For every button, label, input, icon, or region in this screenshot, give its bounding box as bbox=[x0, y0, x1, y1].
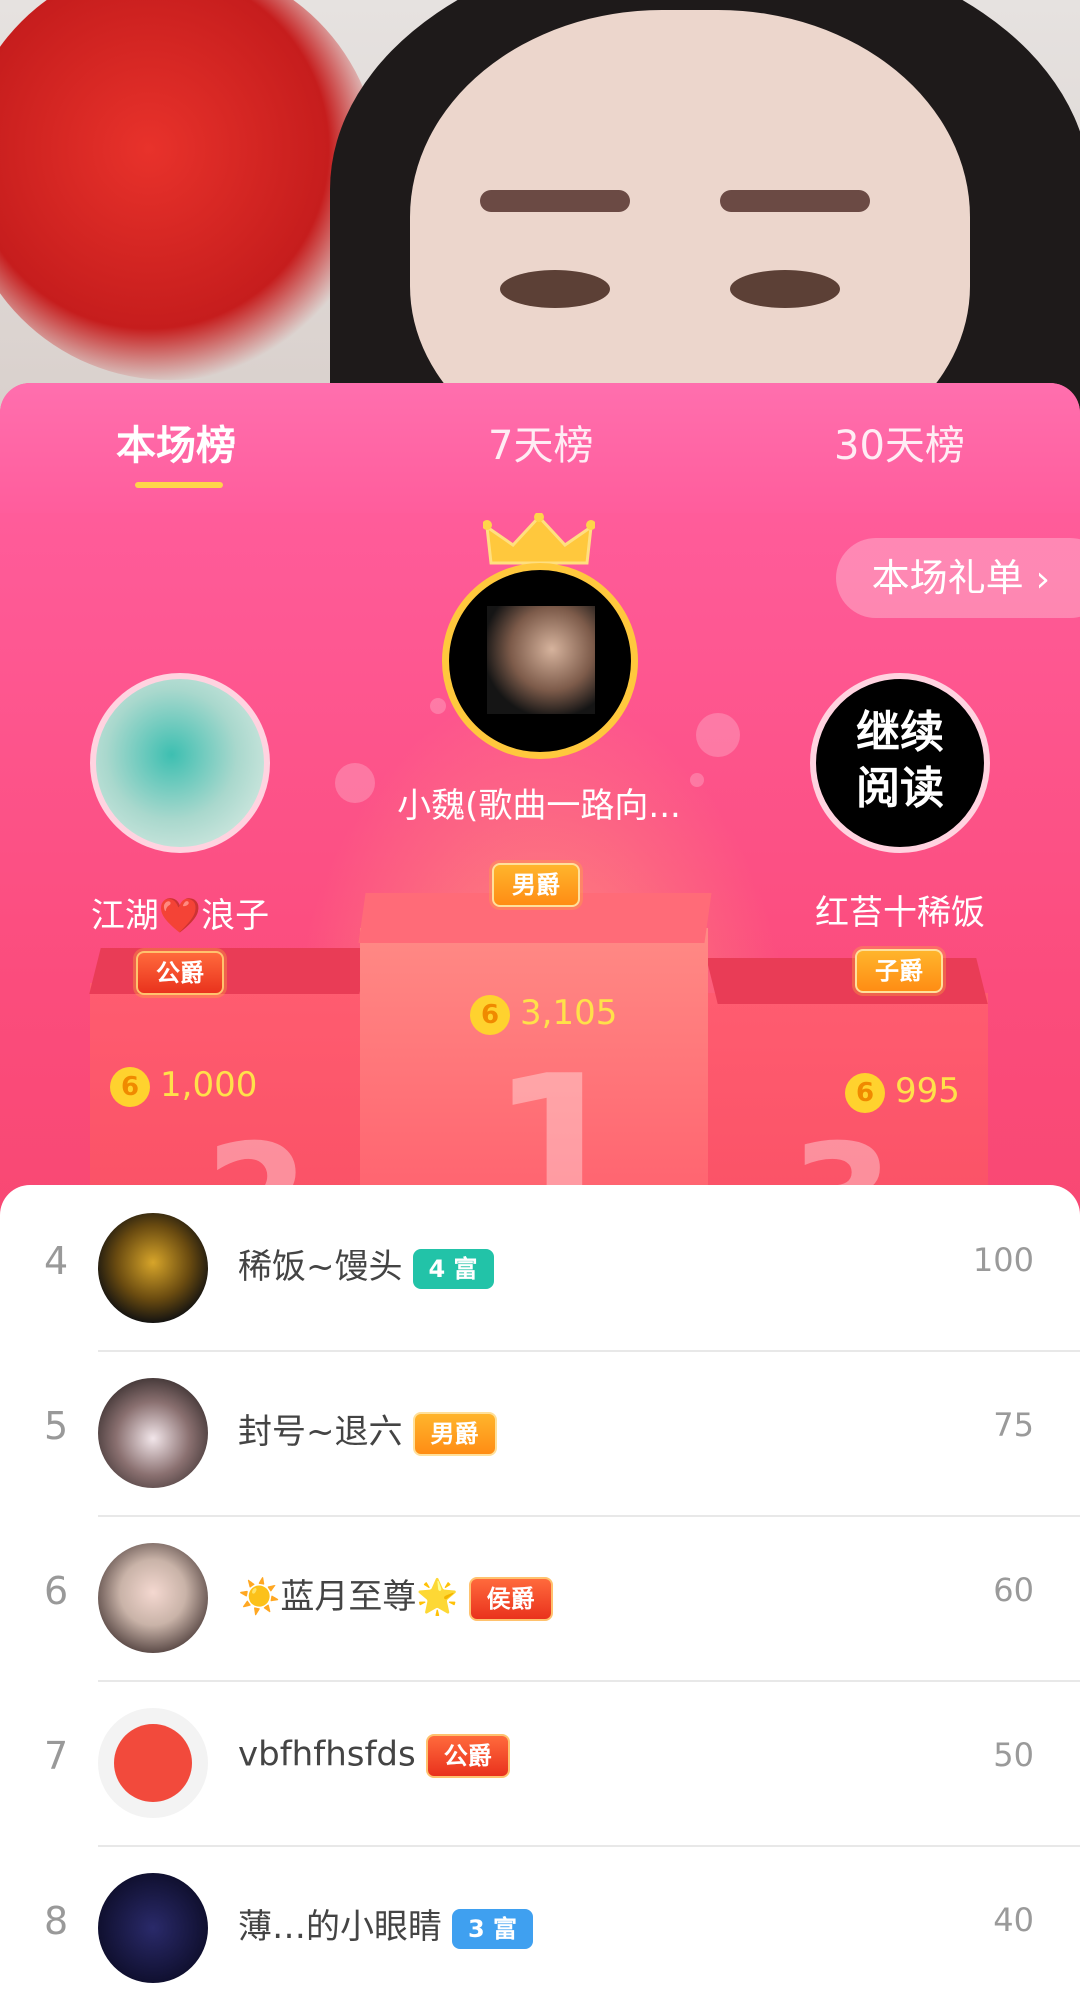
rank-number: 8 bbox=[44, 1899, 69, 1943]
host-face bbox=[410, 10, 970, 420]
top2-score: 6 1,000 bbox=[110, 1065, 257, 1107]
podium-top-3 bbox=[706, 958, 988, 1004]
list-item-name: vbfhfhsfds 公爵 bbox=[238, 1734, 510, 1778]
top3-name: 红苔十稀饭 bbox=[815, 893, 985, 933]
rank-badge: 侯爵 bbox=[468, 1576, 553, 1621]
stream-background-photo bbox=[0, 0, 1080, 420]
host-eye-right bbox=[730, 270, 840, 308]
rank-number: 7 bbox=[44, 1734, 69, 1778]
rank-number: 6 bbox=[44, 1569, 69, 1613]
crown-icon bbox=[482, 513, 596, 569]
list-item[interactable]: 8 薄…的小眼睛 3 富 40 bbox=[0, 1845, 1080, 2010]
top1-score-value: 3,105 bbox=[520, 993, 618, 1033]
list-item-score: 75 bbox=[993, 1406, 1034, 1444]
wealth-badge: 3 富 bbox=[452, 1908, 534, 1949]
top3-avatar[interactable]: 继续 阅读 bbox=[810, 673, 990, 853]
avatar[interactable] bbox=[98, 1873, 208, 1983]
decor-bubble bbox=[335, 763, 375, 803]
top3-rank-badge: 子爵 bbox=[855, 949, 943, 993]
list-item-name: 封号~退六 男爵 bbox=[238, 1404, 497, 1456]
active-tab-indicator bbox=[135, 482, 223, 488]
top2-avatar[interactable] bbox=[90, 673, 270, 853]
tab-this-session[interactable]: 本场榜 bbox=[116, 413, 236, 471]
ranking-list: 4 稀饭~馒头 4 富 100 5 封号~退六 男爵 75 6 ☀️蓝月至尊🌟 侯爵 … bbox=[0, 1185, 1080, 1983]
top2-score-value: 1,000 bbox=[160, 1065, 258, 1105]
top1-score: 6 3,105 bbox=[470, 993, 617, 1035]
host-eye-left bbox=[500, 270, 610, 308]
decor-bubble bbox=[430, 698, 446, 714]
top3-score-value: 995 bbox=[895, 1071, 960, 1111]
host-eyebrow-right bbox=[720, 190, 870, 212]
top2-name: 江湖❤️浪子 bbox=[90, 896, 270, 936]
host-eyebrow-left bbox=[480, 190, 630, 212]
avatar[interactable] bbox=[98, 1213, 208, 1323]
rank-number: 4 bbox=[44, 1239, 69, 1283]
top3-score: 6 995 bbox=[845, 1071, 960, 1113]
red-knot-decoration bbox=[0, 0, 380, 380]
list-item[interactable]: 5 封号~退六 男爵 75 bbox=[0, 1350, 1080, 1515]
tab-7-days[interactable]: 7天榜 bbox=[488, 413, 593, 471]
coin-icon: 6 bbox=[110, 1066, 150, 1107]
list-item[interactable]: 6 ☀️蓝月至尊🌟 侯爵 60 bbox=[0, 1515, 1080, 1680]
coin-icon: 6 bbox=[845, 1072, 885, 1113]
list-item-name: ☀️蓝月至尊🌟 侯爵 bbox=[238, 1569, 553, 1621]
rank-number: 5 bbox=[44, 1404, 69, 1448]
list-item[interactable]: 4 稀饭~馒头 4 富 100 bbox=[0, 1185, 1080, 1350]
default-avatar-icon bbox=[114, 1724, 192, 1802]
top3-avatar-text: 继续 阅读 bbox=[856, 707, 944, 814]
list-item-name: 稀饭~馒头 4 富 bbox=[238, 1239, 494, 1289]
list-item[interactable]: 7 vbfhfhsfds 公爵 50 bbox=[0, 1680, 1080, 1845]
rank-badge: 公爵 bbox=[425, 1734, 510, 1778]
avatar[interactable] bbox=[98, 1378, 208, 1488]
chevron-right-icon: › bbox=[1035, 559, 1050, 600]
decor-bubble bbox=[690, 773, 704, 787]
coin-icon: 6 bbox=[470, 994, 510, 1035]
gift-list-button[interactable]: 本场礼单 › bbox=[835, 538, 1080, 618]
tab-30-days[interactable]: 30天榜 bbox=[834, 413, 965, 471]
podium-top-2 bbox=[89, 948, 371, 994]
avatar[interactable] bbox=[98, 1543, 208, 1653]
list-item-score: 50 bbox=[993, 1736, 1034, 1774]
list-item-name: 薄…的小眼睛 3 富 bbox=[238, 1899, 534, 1949]
rank-badge: 男爵 bbox=[412, 1411, 497, 1456]
ranking-tabs: 本场榜 7天榜 30天榜 bbox=[0, 383, 1080, 513]
top1-name: 小魏(歌曲一路向... bbox=[397, 786, 681, 826]
top1-avatar-photo bbox=[487, 606, 595, 714]
top1-rank-badge: 男爵 bbox=[492, 863, 580, 907]
top2-rank-badge: 公爵 bbox=[136, 951, 224, 995]
wealth-badge: 4 富 bbox=[412, 1248, 494, 1289]
list-item-score: 100 bbox=[972, 1241, 1034, 1279]
gift-list-label: 本场礼单 bbox=[871, 556, 1024, 600]
avatar[interactable] bbox=[98, 1708, 208, 1818]
list-item-score: 60 bbox=[993, 1571, 1034, 1609]
top1-avatar[interactable] bbox=[442, 563, 638, 759]
decor-bubble bbox=[696, 713, 740, 757]
list-item-score: 40 bbox=[993, 1901, 1034, 1939]
